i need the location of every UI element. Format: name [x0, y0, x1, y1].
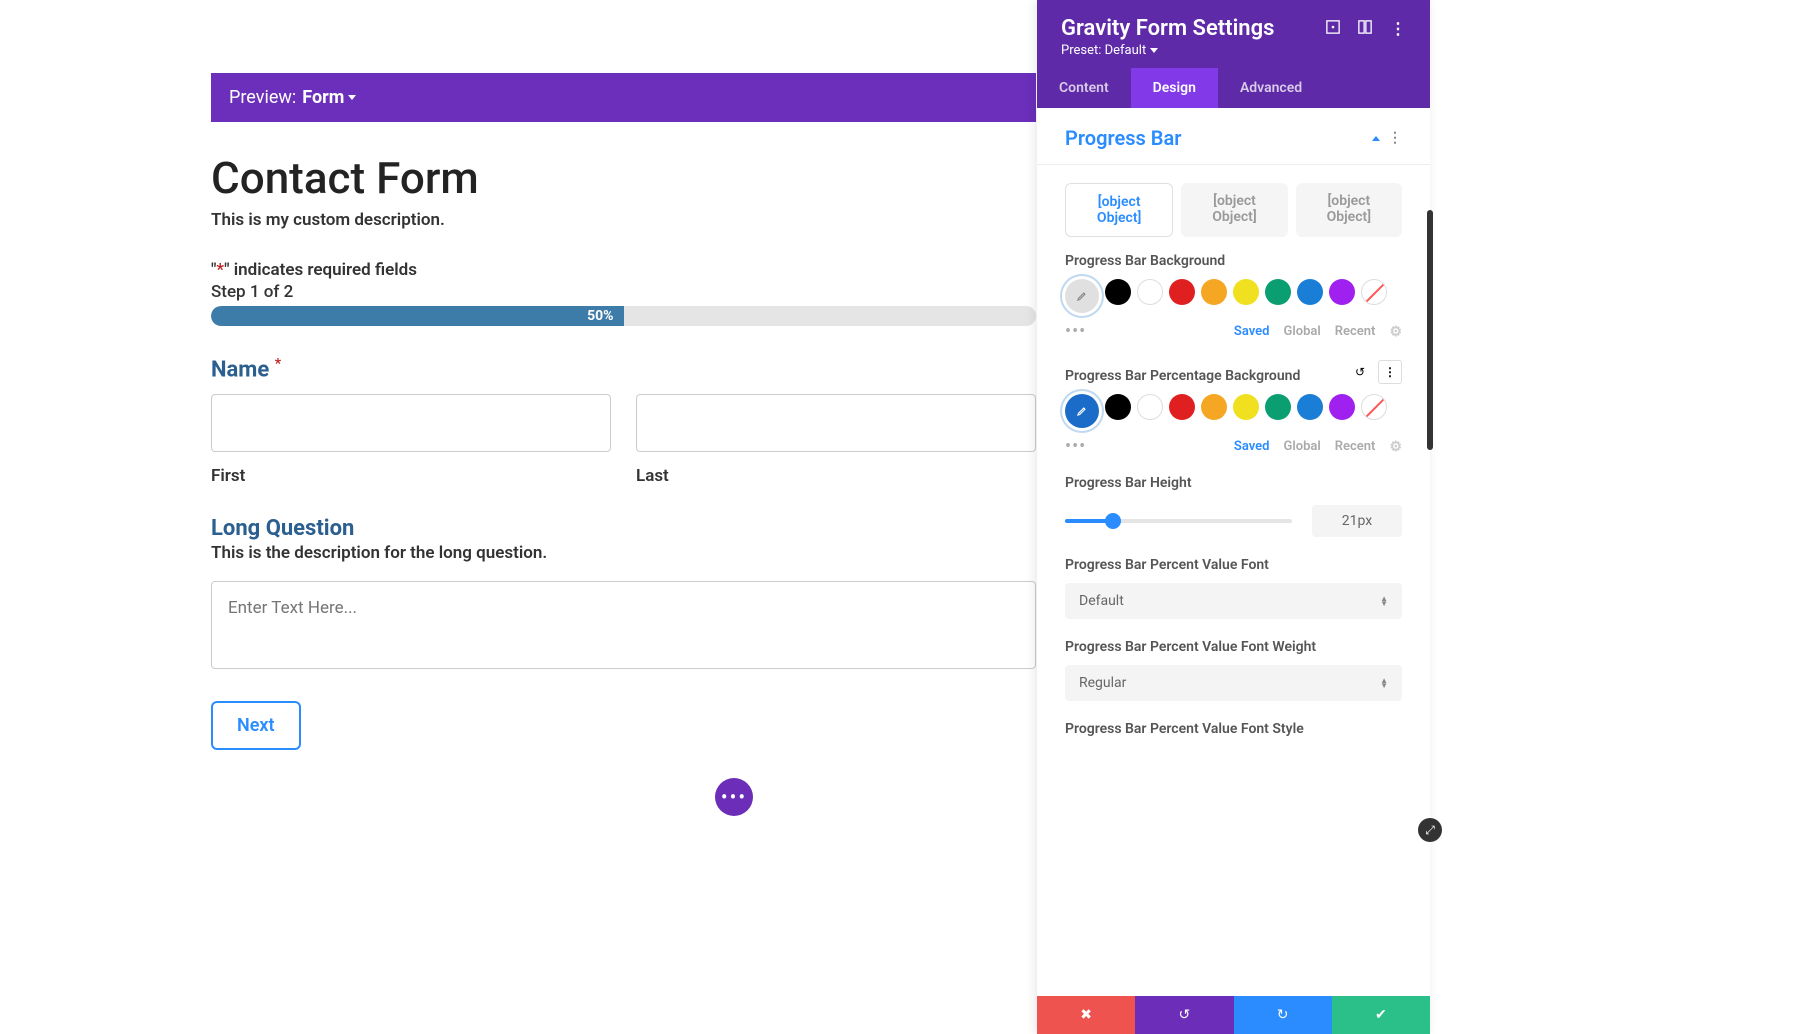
preview-header[interactable]: Preview: Form [211, 73, 1036, 122]
bg-option-label: Progress Bar Background [1065, 253, 1402, 269]
redo-button[interactable]: ↻ [1234, 996, 1332, 1034]
pct-bg-option-label: Progress Bar Percentage Background [1065, 368, 1300, 384]
more-dots-icon[interactable]: ••• [1065, 321, 1086, 342]
swatch-red[interactable] [1169, 279, 1195, 305]
collapse-icon[interactable] [1372, 136, 1380, 141]
height-label: Progress Bar Height [1065, 475, 1402, 491]
form-body: Contact Form This is my custom descripti… [211, 122, 1036, 780]
long-question-desc: This is the description for the long que… [211, 543, 1036, 563]
sub-tab-1[interactable]: [object Object] [1065, 183, 1173, 237]
caret-down-icon [1150, 48, 1158, 53]
step-label: Step 1 of 2 [211, 282, 1036, 302]
panel-content: [object Object] [object Object] [object … [1037, 165, 1430, 996]
font-select[interactable]: Default ▲▼ [1065, 583, 1402, 619]
swatch-orange[interactable] [1201, 394, 1227, 420]
swatch-white[interactable] [1137, 394, 1163, 420]
filter-global[interactable]: Global [1283, 439, 1320, 454]
next-button[interactable]: Next [211, 701, 301, 750]
pct-bg-swatches [1065, 394, 1402, 428]
swatch-teal[interactable] [1265, 279, 1291, 305]
gear-icon[interactable]: ⚙ [1389, 324, 1402, 340]
expand-fab[interactable]: ⤢ [1418, 818, 1442, 842]
save-button[interactable]: ✔ [1332, 996, 1430, 1034]
required-note: "*" indicates required fields [211, 260, 1036, 280]
columns-icon[interactable] [1358, 19, 1372, 38]
filter-recent[interactable]: Recent [1335, 439, 1376, 454]
panel-footer: ✖ ↺ ↻ ✔ [1037, 996, 1430, 1034]
main-tabs: Content Design Advanced [1037, 68, 1430, 108]
more-dots-icon[interactable]: ••• [1065, 436, 1086, 457]
filter-recent[interactable]: Recent [1335, 324, 1376, 339]
form-description: This is my custom description. [211, 210, 1036, 230]
bg-picker-swatch[interactable] [1065, 279, 1099, 313]
tab-advanced[interactable]: Advanced [1218, 68, 1324, 108]
panel-title: Gravity Form Settings [1061, 16, 1274, 41]
swatch-none[interactable] [1361, 394, 1387, 420]
section-title: Progress Bar [1065, 126, 1181, 150]
weight-select[interactable]: Regular ▲▼ [1065, 665, 1402, 701]
swatch-black[interactable] [1105, 279, 1131, 305]
reset-icon[interactable]: ↺ [1348, 360, 1372, 384]
gear-icon[interactable]: ⚙ [1389, 439, 1402, 455]
long-question-textarea[interactable] [211, 581, 1036, 669]
swatch-none[interactable] [1361, 279, 1387, 305]
filter-global[interactable]: Global [1283, 324, 1320, 339]
bg-swatches [1065, 279, 1402, 313]
form-preview: Preview: Form Contact Form This is my cu… [211, 73, 1036, 780]
form-title: Contact Form [211, 152, 1036, 204]
swatch-black[interactable] [1105, 394, 1131, 420]
height-slider[interactable] [1065, 519, 1292, 523]
preview-form-label: Form [302, 87, 344, 108]
weight-label: Progress Bar Percent Value Font Weight [1065, 639, 1402, 655]
swatch-red[interactable] [1169, 394, 1195, 420]
preview-label: Preview: [229, 87, 296, 108]
name-field-label: Name * [211, 356, 1036, 382]
swatch-yellow[interactable] [1233, 279, 1259, 305]
more-icon[interactable]: ⋮ [1390, 19, 1406, 38]
scrollbar[interactable] [1427, 210, 1433, 450]
expand-icon[interactable] [1326, 19, 1340, 38]
option-more-icon[interactable]: ⋮ [1378, 360, 1402, 384]
style-label: Progress Bar Percent Value Font Style [1065, 721, 1402, 737]
filter-saved[interactable]: Saved [1234, 324, 1270, 339]
sub-tab-3[interactable]: [object Object] [1296, 183, 1402, 237]
font-label: Progress Bar Percent Value Font [1065, 557, 1402, 573]
settings-panel: Gravity Form Settings ⋮ Preset: Default … [1037, 0, 1430, 1034]
swatch-purple[interactable] [1329, 394, 1355, 420]
long-question-label: Long Question [211, 516, 1036, 541]
last-name-input[interactable] [636, 394, 1036, 452]
swatch-blue[interactable] [1297, 279, 1323, 305]
preview-form-selector[interactable]: Form [302, 87, 356, 108]
sub-tab-2[interactable]: [object Object] [1181, 183, 1287, 237]
first-sublabel: First [211, 466, 611, 486]
last-sublabel: Last [636, 466, 1036, 486]
section-more-icon[interactable]: ⋮ [1388, 130, 1402, 146]
cancel-button[interactable]: ✖ [1037, 996, 1135, 1034]
swatch-white[interactable] [1137, 279, 1163, 305]
preset-selector[interactable]: Preset: Default [1061, 43, 1406, 58]
floating-actions-button[interactable]: ••• [715, 778, 753, 816]
first-name-input[interactable] [211, 394, 611, 452]
swatch-purple[interactable] [1329, 279, 1355, 305]
panel-header: Gravity Form Settings ⋮ Preset: Default [1037, 0, 1430, 68]
caret-down-icon [348, 95, 356, 100]
section-header[interactable]: Progress Bar ⋮ [1037, 108, 1430, 165]
progress-bar: 50% [211, 306, 1036, 326]
pct-picker-swatch[interactable] [1065, 394, 1099, 428]
filter-saved[interactable]: Saved [1234, 439, 1270, 454]
undo-button[interactable]: ↺ [1135, 996, 1233, 1034]
swatch-yellow[interactable] [1233, 394, 1259, 420]
slider-thumb[interactable] [1105, 513, 1121, 529]
tab-design[interactable]: Design [1131, 68, 1218, 108]
swatch-blue[interactable] [1297, 394, 1323, 420]
swatch-orange[interactable] [1201, 279, 1227, 305]
height-value[interactable]: 21px [1312, 505, 1402, 537]
progress-bar-fill: 50% [211, 306, 624, 326]
tab-content[interactable]: Content [1037, 68, 1131, 108]
swatch-teal[interactable] [1265, 394, 1291, 420]
